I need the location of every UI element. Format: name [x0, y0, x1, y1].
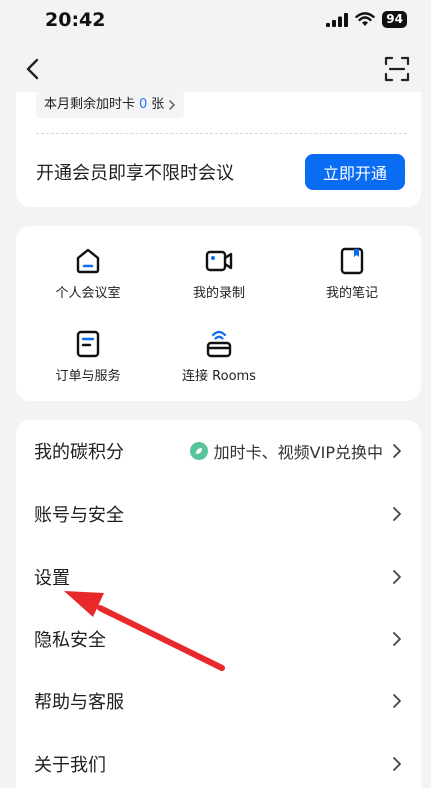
chevron-right-icon: [393, 694, 401, 708]
chevron-right-icon: [169, 100, 176, 110]
nav-bar: [0, 44, 431, 94]
back-button[interactable]: [18, 54, 48, 84]
list-item-help[interactable]: 帮助与客服: [16, 670, 421, 732]
order-icon: [76, 330, 100, 358]
chevron-right-icon: [393, 507, 401, 521]
list-item-account-security[interactable]: 账号与安全: [16, 483, 421, 545]
grid-label: 我的笔记: [325, 286, 378, 301]
grid-label: 订单与服务: [55, 369, 121, 384]
list-item-label: 设置: [34, 568, 70, 589]
list-item-label: 隐私安全: [34, 630, 106, 651]
member-card: 本月剩余加时卡 0 张 开通会员即享不限时会议 立即开通: [16, 92, 421, 207]
scan-icon: [384, 56, 410, 82]
status-bar: 20:42 94: [0, 0, 431, 40]
grid-item-my-recordings[interactable]: 我的录制: [159, 246, 279, 301]
extra-suffix: 张: [151, 97, 165, 112]
list-item-label: 帮助与客服: [34, 692, 124, 713]
grid-label: 个人会议室: [55, 286, 121, 301]
extra-time-card-pill[interactable]: 本月剩余加时卡 0 张: [36, 92, 185, 118]
wifi-icon: [355, 12, 375, 26]
list-item-carbon-points[interactable]: 我的碳积分 加时卡、视频VIP兑换中: [16, 420, 421, 482]
chevron-right-icon: [393, 570, 401, 584]
feature-grid-card: 个人会议室 我的录制 我的笔记 订单与服务 连接 Rooms: [16, 226, 421, 401]
status-time: 20:42: [45, 9, 106, 31]
grid-item-personal-room[interactable]: 个人会议室: [28, 246, 148, 301]
list-item-privacy[interactable]: 隐私安全: [16, 608, 421, 670]
member-promo-text: 开通会员即享不限时会议: [36, 163, 234, 184]
battery-indicator: 94: [382, 11, 407, 28]
extra-count: 0: [139, 97, 148, 112]
chevron-right-icon: [393, 757, 401, 771]
home-icon: [76, 248, 100, 274]
chevron-left-icon: [26, 58, 39, 80]
dashed-divider: [36, 133, 407, 134]
scan-button[interactable]: [383, 55, 411, 83]
list-item-label: 关于我们: [34, 755, 106, 776]
list-item-about[interactable]: 关于我们: [16, 733, 421, 788]
grid-label: 连接 Rooms: [182, 369, 256, 384]
list-item-settings[interactable]: 设置: [16, 546, 421, 608]
carbon-points-text: 加时卡、视频VIP兑换中: [213, 443, 383, 462]
list-item-label: 账号与安全: [34, 505, 124, 526]
menu-list-card: 我的碳积分 加时卡、视频VIP兑换中 账号与安全 设置 隐私安全 帮助与客服 关…: [16, 420, 421, 788]
signal-icon: [326, 12, 349, 27]
extra-prefix: 本月剩余加时卡: [44, 97, 136, 112]
grid-label: 我的录制: [192, 286, 245, 301]
carbon-points-hint: 加时卡、视频VIP兑换中: [189, 439, 383, 463]
leaf-icon: [189, 442, 208, 460]
grid-item-orders[interactable]: 订单与服务: [28, 329, 148, 384]
list-item-label: 我的碳积分: [34, 442, 124, 463]
grid-item-my-notes[interactable]: 我的笔记: [292, 246, 412, 301]
chevron-right-icon: [393, 444, 401, 458]
video-camera-icon: [205, 250, 233, 272]
notebook-icon: [340, 247, 364, 275]
open-membership-button[interactable]: 立即开通: [305, 154, 405, 190]
chevron-right-icon: [393, 632, 401, 646]
status-icons: 94: [326, 11, 407, 28]
rooms-wifi-icon: [206, 330, 232, 358]
grid-item-connect-rooms[interactable]: 连接 Rooms: [159, 329, 279, 384]
